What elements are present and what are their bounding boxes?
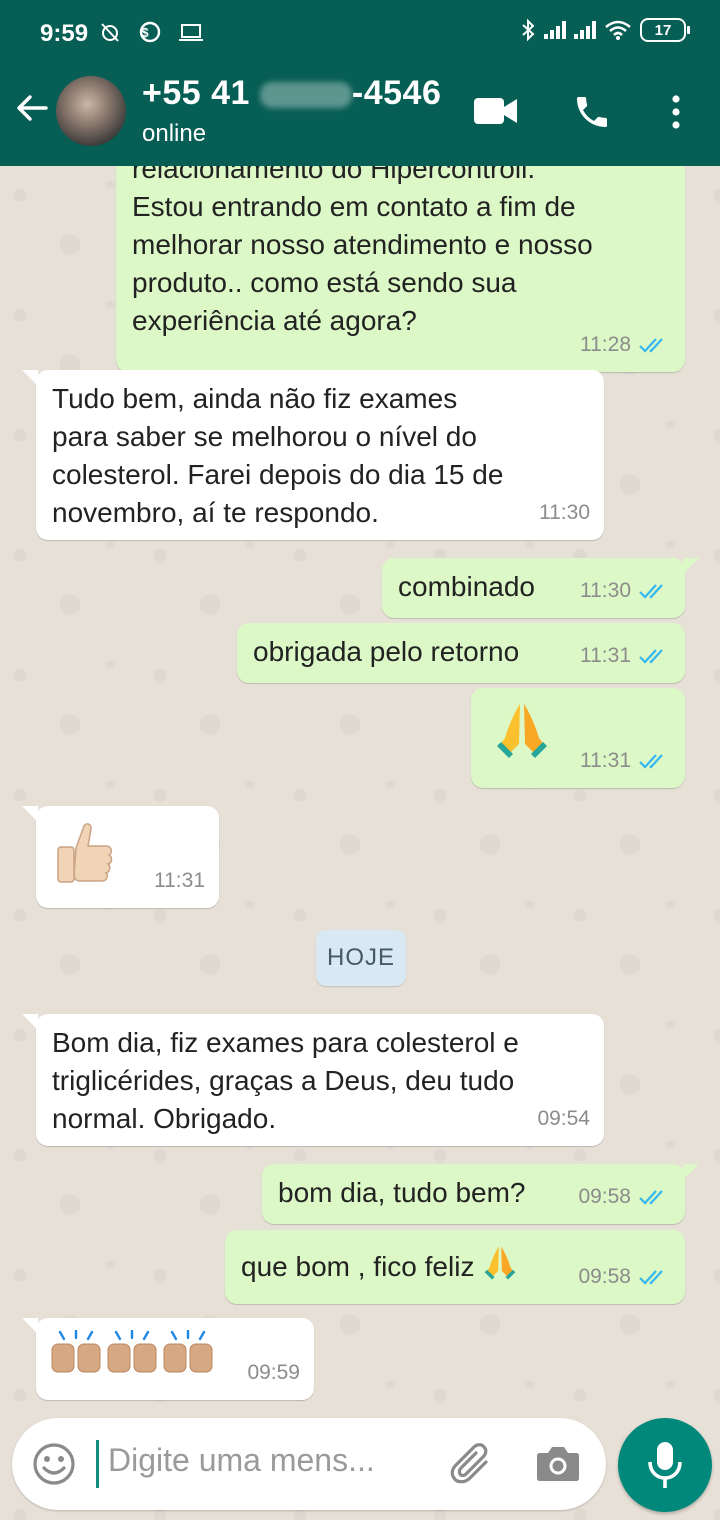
message-line: produto.. como está sendo sua xyxy=(132,267,517,298)
message-time: 09:58 xyxy=(578,1185,631,1208)
message-time: 11:31 xyxy=(580,644,631,667)
message-meta: 09:59 xyxy=(247,1354,300,1392)
message-meta: 11:31 xyxy=(154,862,205,900)
message-bubble-outgoing[interactable]: 11:31 xyxy=(471,688,685,788)
signal-icon-2 xyxy=(574,21,596,39)
bluetooth-icon xyxy=(522,18,535,42)
message-bubble-outgoing[interactable]: bom dia, tudo bem? 09:58 xyxy=(262,1164,699,1224)
message-bubble-incoming[interactable]: Bom dia, fiz exames para colesterol e tr… xyxy=(22,1014,604,1146)
message-line: melhorar nosso atendimento e nosso xyxy=(132,229,593,260)
message-meta: 11:30 xyxy=(580,572,671,610)
message-line: Estou entrando em contato a fim de xyxy=(132,191,576,222)
back-arrow-icon[interactable] xyxy=(14,90,50,126)
system-icons: 17 xyxy=(520,18,690,42)
raising-hands-emoji-icon xyxy=(51,1330,213,1373)
message-line: colesterol. Farei depois do dia 15 de xyxy=(52,459,504,490)
message-bubble-outgoing[interactable]: que bom , fico feliz 09:58 xyxy=(225,1230,685,1304)
message-bubble-outgoing[interactable]: obrigada pelo retorno 11:31 xyxy=(237,623,685,683)
camera-icon[interactable] xyxy=(536,1444,580,1482)
message-time: 11:28 xyxy=(580,333,631,356)
contact-avatar[interactable] xyxy=(56,76,126,146)
message-meta: 11:28 xyxy=(580,326,671,364)
message-meta: 11:31 xyxy=(580,637,671,675)
thumbs-up-emoji-icon xyxy=(57,823,113,883)
more-options-icon[interactable] xyxy=(664,94,688,130)
emoji-icon[interactable] xyxy=(32,1442,76,1486)
message-line: para saber se melhorou o nível do xyxy=(52,421,477,452)
read-ticks-icon xyxy=(639,1190,663,1205)
message-meta: 11:30 xyxy=(539,494,590,532)
folded-hands-emoji-icon xyxy=(484,1246,516,1280)
read-ticks-icon xyxy=(639,649,663,664)
message-time: 09:58 xyxy=(578,1265,631,1288)
svg-text:$: $ xyxy=(142,25,159,40)
message-bubble-outgoing[interactable]: combinado 11:30 xyxy=(382,558,699,618)
read-ticks-icon xyxy=(639,584,663,599)
message-time: 09:59 xyxy=(247,1361,300,1384)
message-line: novembro, aí te respondo. xyxy=(52,497,379,528)
alarm-off-icon xyxy=(101,23,119,42)
video-call-icon[interactable] xyxy=(474,96,518,126)
message-meta: 11:31 xyxy=(580,742,671,780)
microphone-icon xyxy=(648,1442,682,1488)
message-time: 11:31 xyxy=(580,749,631,772)
signal-icon xyxy=(544,21,566,39)
date-divider: HOJE xyxy=(316,930,406,986)
message-meta: 09:54 xyxy=(537,1100,590,1138)
message-time: 09:54 xyxy=(537,1107,590,1130)
notification-icons: $ xyxy=(98,20,204,50)
laptop-icon xyxy=(179,24,204,41)
dollar-app-icon: $ xyxy=(139,21,161,43)
contact-name-prefix: +55 41 xyxy=(142,74,250,112)
folded-hands-emoji-icon xyxy=(497,704,547,758)
message-time: 11:30 xyxy=(539,501,590,524)
contact-name-suffix: -4546 xyxy=(351,74,442,112)
message-bubble-incoming[interactable]: Tudo bem, ainda não fiz exames para sabe… xyxy=(22,370,604,540)
message-input[interactable]: Digite uma mens... xyxy=(108,1442,375,1479)
message-meta: 09:58 xyxy=(578,1258,671,1296)
message-time: 11:30 xyxy=(580,579,631,602)
chat-header: +55 41 -4546 online xyxy=(0,62,720,166)
voice-call-icon[interactable] xyxy=(572,92,612,132)
text-caret xyxy=(96,1440,99,1488)
mic-button[interactable] xyxy=(618,1418,712,1512)
contact-name[interactable]: +55 41 -4546 xyxy=(142,74,441,113)
read-ticks-icon xyxy=(639,1270,663,1285)
wifi-icon xyxy=(605,20,631,40)
message-line: Tudo bem, ainda não fiz exames xyxy=(52,383,458,414)
blurred-digits xyxy=(259,82,352,109)
message-text: que bom , fico feliz xyxy=(241,1251,475,1282)
message-composer: Digite uma mens... xyxy=(12,1418,606,1510)
message-time: 11:31 xyxy=(154,869,205,892)
message-bubble-incoming[interactable]: 09:59 xyxy=(22,1318,314,1400)
message-line: normal. Obrigado. xyxy=(52,1103,277,1134)
status-time: 9:59 xyxy=(40,20,89,47)
read-ticks-icon xyxy=(639,338,663,353)
status-bar: 9:59 $ 17 xyxy=(0,0,720,62)
contact-status: online xyxy=(142,120,207,147)
message-line: triglicérides, graças a Deus, deu tudo xyxy=(52,1065,515,1096)
message-bubble-incoming[interactable]: 11:31 xyxy=(22,806,219,908)
message-meta: 09:58 xyxy=(578,1178,671,1216)
attach-icon[interactable] xyxy=(450,1442,496,1488)
read-ticks-icon xyxy=(639,754,663,769)
battery-indicator: 17 xyxy=(640,18,690,42)
message-line: Bom dia, fiz exames para colesterol e xyxy=(52,1027,519,1058)
